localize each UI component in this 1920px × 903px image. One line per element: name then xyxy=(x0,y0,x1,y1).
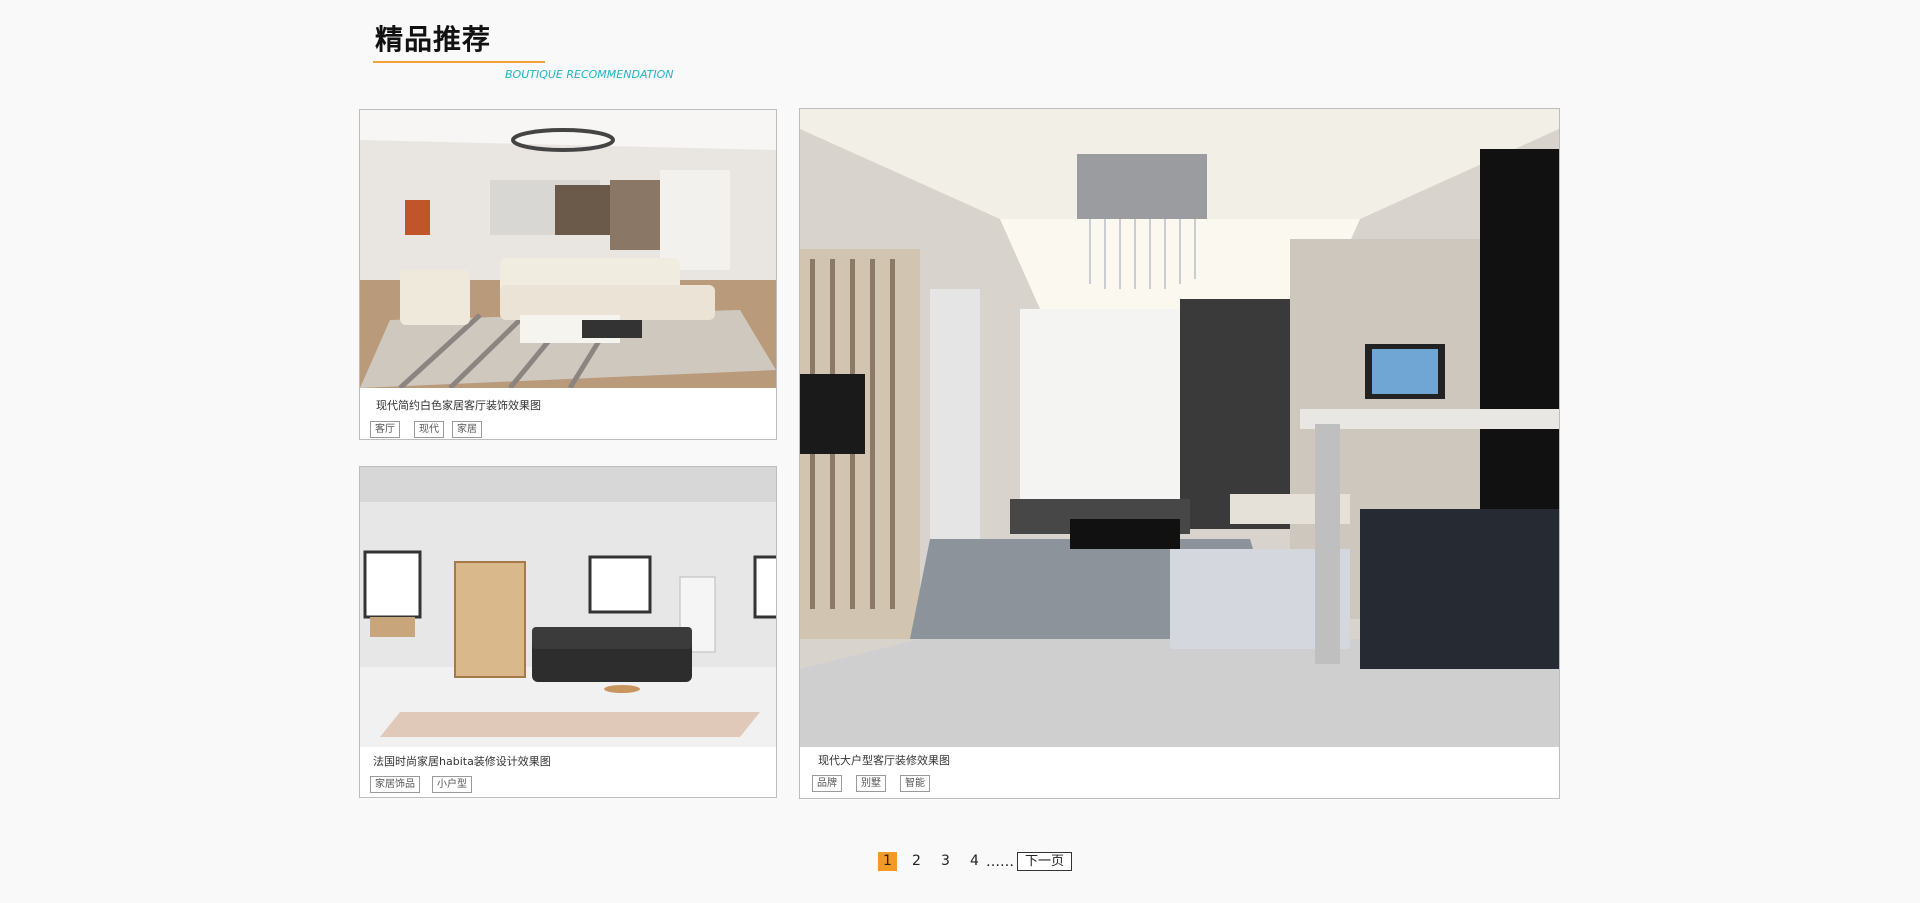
modern-white-living-room-photo[interactable] xyxy=(360,110,776,388)
product-card-2[interactable]: 法国时尚家居habita装修设计效果图 家居饰品 小户型 xyxy=(359,466,777,798)
page-3-link[interactable]: 3 xyxy=(936,852,955,871)
tag[interactable]: 小户型 xyxy=(432,776,472,793)
card-caption[interactable]: 现代大户型客厅装修效果图 xyxy=(818,752,950,768)
tag[interactable]: 家居饰品 xyxy=(370,776,420,793)
page-2-link[interactable]: 2 xyxy=(907,852,926,871)
card-caption[interactable]: 法国时尚家居habita装修设计效果图 xyxy=(373,753,551,769)
large-modern-living-room-photo[interactable] xyxy=(800,109,1559,747)
card-caption[interactable]: 现代简约白色家居客厅装饰效果图 xyxy=(376,397,541,413)
section-title: 精品推荐 xyxy=(375,23,492,56)
title-underline xyxy=(373,61,545,63)
french-habita-living-room-photo[interactable] xyxy=(360,467,776,747)
product-card-3[interactable]: 现代大户型客厅装修效果图 品牌 别墅 智能 xyxy=(799,108,1560,799)
pagination: 1 2 3 4 …… 下一页 xyxy=(878,852,1073,871)
tag-list: 家居饰品 小户型 xyxy=(370,776,480,793)
page-1-link[interactable]: 1 xyxy=(878,852,897,871)
page-4-link[interactable]: 4 xyxy=(965,852,984,871)
tag-list: 品牌 别墅 智能 xyxy=(812,775,938,792)
tag[interactable]: 品牌 xyxy=(812,775,842,792)
section-subtitle: BOUTIQUE RECOMMENDATION xyxy=(505,68,674,81)
tag-list: 客厅 现代 家居 xyxy=(370,421,490,438)
tag[interactable]: 客厅 xyxy=(370,421,400,438)
next-page-button[interactable]: 下一页 xyxy=(1017,852,1073,871)
product-card-1[interactable]: 现代简约白色家居客厅装饰效果图 客厅 现代 家居 xyxy=(359,109,777,440)
pagination-ellipsis: …… xyxy=(986,853,1014,870)
tag[interactable]: 别墅 xyxy=(856,775,886,792)
tag[interactable]: 智能 xyxy=(900,775,930,792)
tag[interactable]: 现代 xyxy=(414,421,444,438)
tag[interactable]: 家居 xyxy=(452,421,482,438)
